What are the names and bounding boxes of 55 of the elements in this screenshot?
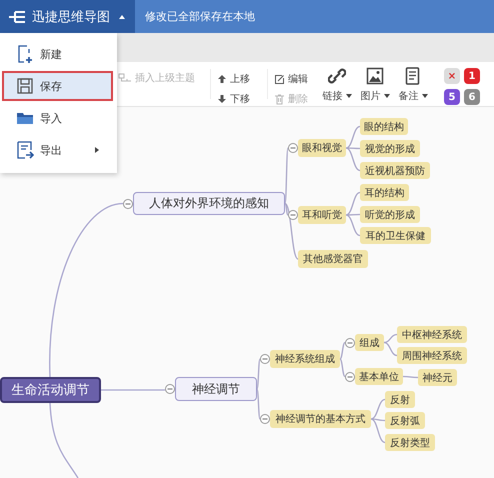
collapse-icon[interactable] [260,354,270,364]
trash-icon [274,94,285,104]
mindmap-topic[interactable]: 耳的结构 [360,184,409,201]
edit-icon [274,74,285,84]
move-up-button[interactable]: 上移 [217,72,261,86]
mindmap-topic[interactable]: 人体对外界环境的感知 [133,192,285,215]
collapse-icon[interactable] [165,384,175,394]
mindmap-topic[interactable]: 视觉的形成 [360,140,420,157]
new-file-icon [16,45,34,63]
priority-badge[interactable]: 5 [444,89,460,105]
mindmap-topic[interactable]: 反射弧 [385,412,425,429]
mindmap-topic[interactable]: 听觉的形成 [360,206,420,223]
move-down-button[interactable]: 下移 [217,92,261,106]
arrow-up-icon [217,74,227,84]
save-status-text: 修改已全部保存在本地 [145,9,255,24]
mindmap-topic[interactable]: 周围神经系统 [397,347,467,364]
mindmap-topic[interactable]: 眼和视觉 [298,139,346,157]
app-menu-button[interactable]: 迅捷思维导图 [0,0,135,33]
mindmap-topic[interactable]: 中枢神经系统 [397,326,467,343]
mindmap-topic[interactable]: 耳和听觉 [298,206,346,224]
central-topic[interactable]: 生命活动调节 [0,377,101,403]
mindmap-topic[interactable]: 神经元 [418,369,457,386]
link-button[interactable]: 链接 [318,67,356,103]
collapse-icon[interactable] [345,372,355,382]
image-button[interactable]: 图片 [356,67,394,103]
collapse-icon[interactable] [288,210,298,220]
insert-topic-icon [118,73,132,83]
collapse-icon[interactable] [288,143,298,153]
priority-badge[interactable]: 1 [464,68,480,84]
export-icon [16,141,34,159]
mindmap-topic[interactable]: 组成 [355,334,384,351]
connector-line [101,389,165,391]
collapse-icon[interactable] [260,414,270,424]
note-button[interactable]: 备注 [394,67,432,103]
mindmap-topic[interactable]: 神经调节 [175,377,257,401]
edit-button[interactable]: 编辑 [274,72,318,86]
arrow-down-icon [217,94,227,104]
image-icon [366,67,384,85]
link-icon [328,67,346,85]
note-icon [404,67,422,85]
mindmap-topic[interactable]: 神经系统组成 [270,350,340,368]
collapse-icon[interactable] [345,338,355,348]
collapse-icon[interactable] [123,198,133,208]
mindmap-topic[interactable]: 反射 [385,391,415,408]
mindmap-topic[interactable]: 神经调节的基本方式 [270,410,371,428]
mindmap-topic[interactable]: 耳的卫生保健 [360,227,431,244]
mindmap-topic[interactable]: 反射类型 [385,434,435,451]
mindmap-topic[interactable]: 其他感觉器官 [298,250,368,268]
menu-item[interactable]: 保存 [2,71,113,101]
mindmap-logo-icon [8,10,26,24]
mindmap-topic[interactable]: 基本单位 [355,368,403,385]
mindmap-topic[interactable]: 近视机器预防 [360,162,430,179]
save-icon [16,77,34,95]
mindmap-topic[interactable]: 眼的结构 [360,118,408,135]
connector-line [403,376,418,378]
